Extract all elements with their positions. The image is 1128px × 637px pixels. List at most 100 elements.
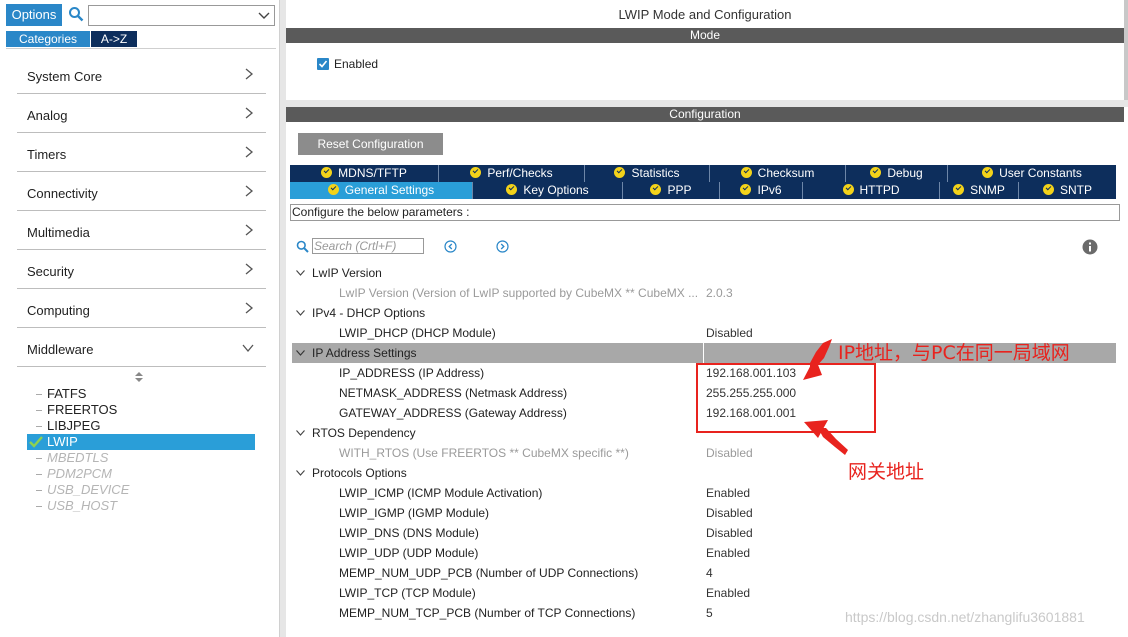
- middleware-item-freertos[interactable]: FREERTOS: [47, 402, 117, 418]
- tab-user-constants[interactable]: User Constants: [948, 165, 1116, 182]
- options-label[interactable]: Options: [6, 4, 62, 26]
- check-icon: [506, 184, 518, 195]
- tab-az[interactable]: A->Z: [91, 31, 137, 47]
- chevron-down-icon[interactable]: [296, 350, 305, 356]
- category-label: Connectivity: [27, 186, 98, 201]
- group-lwip-version[interactable]: LwIP Version: [292, 263, 1116, 283]
- checkbox-checked[interactable]: [317, 58, 329, 70]
- param-value[interactable]: 4: [706, 566, 713, 580]
- param-name: LWIP_DNS (DNS Module): [339, 526, 479, 540]
- category-timers[interactable]: Timers: [17, 133, 266, 172]
- tab-mdns-tftp[interactable]: MDNS/TFTP: [290, 165, 439, 182]
- scrollbar[interactable]: [1124, 0, 1128, 100]
- annotation-gateway-note: 网关地址: [848, 461, 925, 483]
- param-value[interactable]: 5: [706, 606, 713, 620]
- tab-row-1: MDNS/TFTP Perf/Checks Statistics Checksu…: [290, 165, 1116, 182]
- tab-ppp[interactable]: PPP: [623, 182, 720, 199]
- check-icon: [1042, 184, 1054, 195]
- panel-gap: [286, 100, 1128, 107]
- next-result-icon[interactable]: [496, 240, 509, 253]
- middleware-item-mbedtls[interactable]: MBEDTLS: [47, 450, 108, 466]
- check-icon: [740, 167, 752, 178]
- group-label: IPv4 - DHCP Options: [312, 306, 426, 320]
- category-analog[interactable]: Analog: [17, 94, 266, 133]
- chevron-down-icon[interactable]: [257, 8, 271, 22]
- param-lwip-tcp[interactable]: LWIP_TCP (TCP Module) Enabled: [292, 583, 1116, 603]
- param-value: Disabled: [706, 446, 753, 460]
- chevron-down-icon[interactable]: [296, 470, 305, 476]
- param-name: WITH_RTOS (Use FREERTOS ** CubeMX specif…: [339, 446, 629, 460]
- tab-label: SNTP: [1059, 183, 1092, 197]
- tree-connector: [36, 410, 42, 411]
- param-value[interactable]: Disabled: [706, 526, 753, 540]
- param-memp-num-udp-pcb[interactable]: MEMP_NUM_UDP_PCB (Number of UDP Connecti…: [292, 563, 1116, 583]
- middleware-item-lwip[interactable]: LWIP: [27, 434, 255, 450]
- tab-general-settings[interactable]: General Settings: [290, 182, 473, 199]
- reset-configuration-button[interactable]: Reset Configuration: [298, 133, 443, 155]
- tab-label: IPv6: [757, 183, 782, 197]
- tree-connector: [36, 474, 42, 475]
- tab-statistics[interactable]: Statistics: [585, 165, 710, 182]
- param-value[interactable]: Enabled: [706, 546, 750, 560]
- tree-connector: [36, 458, 42, 459]
- tab-label: Checksum: [757, 166, 815, 180]
- scroll-arrows-icon[interactable]: [134, 371, 144, 383]
- category-security[interactable]: Security: [17, 250, 266, 289]
- tab-label: Key Options: [523, 183, 589, 197]
- chevron-down-icon[interactable]: [296, 310, 305, 316]
- middleware-item-usb-device[interactable]: USB_DEVICE: [47, 482, 129, 498]
- param-value[interactable]: Disabled: [706, 506, 753, 520]
- middleware-item-pdm2pcm[interactable]: PDM2PCM: [47, 466, 112, 482]
- category-label: Middleware: [27, 342, 94, 357]
- parameter-search-input[interactable]: Search (Crtl+F): [312, 238, 424, 254]
- tab-sntp[interactable]: SNTP: [1019, 182, 1116, 199]
- param-value[interactable]: Enabled: [706, 586, 750, 600]
- tab-key-options[interactable]: Key Options: [473, 182, 623, 199]
- category-label: Computing: [27, 303, 90, 318]
- param-value: 2.0.3: [706, 286, 733, 300]
- param-lwip-udp[interactable]: LWIP_UDP (UDP Module) Enabled: [292, 543, 1116, 563]
- tab-checksum[interactable]: Checksum: [710, 165, 846, 182]
- category-system-core[interactable]: System Core: [17, 55, 266, 94]
- chevron-down-icon: [242, 344, 254, 353]
- param-value[interactable]: Disabled: [706, 326, 753, 340]
- watermark: https://blog.csdn.net/zhanglifu3601881: [845, 609, 1085, 625]
- chevron-down-icon[interactable]: [296, 270, 305, 276]
- middleware-item-usb-host[interactable]: USB_HOST: [47, 498, 117, 514]
- search-combo[interactable]: [88, 5, 275, 26]
- mode-header: Mode: [286, 28, 1124, 43]
- info-icon[interactable]: [1082, 239, 1098, 255]
- param-name: LwIP Version (Version of LwIP supported …: [339, 286, 699, 300]
- search-icon[interactable]: [68, 6, 84, 22]
- check-icon: [650, 184, 662, 195]
- chevron-right-icon: [245, 302, 254, 314]
- tab-httpd[interactable]: HTTPD: [803, 182, 940, 199]
- tab-snmp[interactable]: SNMP: [940, 182, 1019, 199]
- param-lwip-dns[interactable]: LWIP_DNS (DNS Module) Disabled: [292, 523, 1116, 543]
- group-protocols-options[interactable]: Protocols Options: [292, 463, 1116, 483]
- configure-description: Configure the below parameters :: [290, 204, 1120, 221]
- tab-perf-checks[interactable]: Perf/Checks: [439, 165, 585, 182]
- column-separator: [703, 343, 704, 363]
- param-lwip-icmp[interactable]: LWIP_ICMP (ICMP Module Activation) Enabl…: [292, 483, 1116, 503]
- category-computing[interactable]: Computing: [17, 289, 266, 328]
- tab-categories[interactable]: Categories: [6, 31, 90, 47]
- tab-ipv6[interactable]: IPv6: [720, 182, 803, 199]
- middleware-item-fatfs[interactable]: FATFS: [47, 386, 86, 402]
- category-middleware[interactable]: Middleware: [17, 328, 266, 367]
- check-icon: [470, 167, 482, 178]
- previous-result-icon[interactable]: [444, 240, 457, 253]
- tab-debug[interactable]: Debug: [846, 165, 948, 182]
- param-lwip-version[interactable]: LwIP Version (Version of LwIP supported …: [292, 283, 1116, 303]
- chevron-down-icon[interactable]: [296, 430, 305, 436]
- category-connectivity[interactable]: Connectivity: [17, 172, 266, 211]
- param-name: LWIP_TCP (TCP Module): [339, 586, 476, 600]
- param-with-rtos[interactable]: WITH_RTOS (Use FREERTOS ** CubeMX specif…: [292, 443, 1116, 463]
- param-lwip-igmp[interactable]: LWIP_IGMP (IGMP Module) Disabled: [292, 503, 1116, 523]
- param-value[interactable]: Enabled: [706, 486, 750, 500]
- check-icon: [870, 167, 882, 178]
- middleware-item-libjpeg[interactable]: LIBJPEG: [47, 418, 100, 434]
- category-multimedia[interactable]: Multimedia: [17, 211, 266, 250]
- group-ipv4-dhcp[interactable]: IPv4 - DHCP Options: [292, 303, 1116, 323]
- tab-label: HTTPD: [859, 183, 900, 197]
